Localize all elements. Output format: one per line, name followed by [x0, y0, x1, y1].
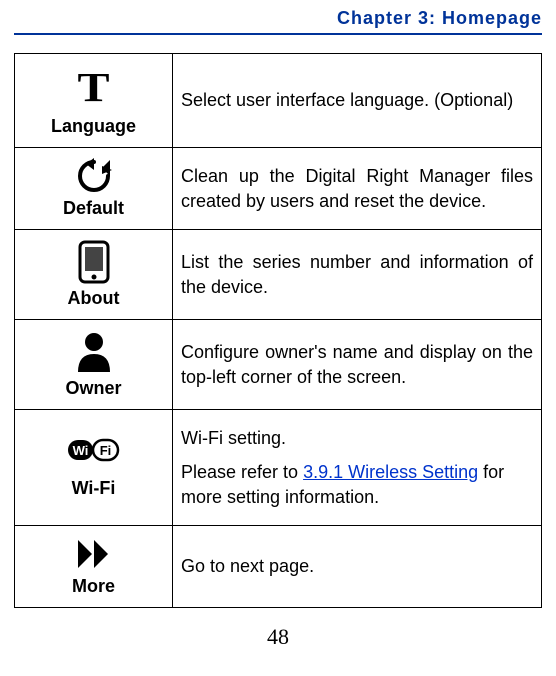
table-row: Default Clean up the Digital Right Manag…: [15, 148, 542, 230]
svg-text:Fi: Fi: [99, 443, 111, 458]
wifi-desc-line1: Wi-Fi setting.: [181, 426, 533, 450]
owner-icon: [74, 330, 114, 374]
language-desc: Select user interface language. (Optiona…: [173, 54, 542, 148]
wireless-setting-link[interactable]: 3.9.1 Wireless Setting: [303, 462, 478, 482]
page-number: 48: [14, 624, 542, 650]
about-icon: [76, 240, 112, 284]
about-label: About: [68, 288, 120, 309]
svg-text:Wi: Wi: [72, 443, 88, 458]
wifi-icon: Wi Fi: [66, 436, 122, 464]
table-row: Owner Configure owner's name and display…: [15, 320, 542, 410]
features-table: T Language Select user interface languag…: [14, 53, 542, 608]
language-label: Language: [51, 116, 136, 137]
default-icon: [72, 158, 116, 194]
table-row: T Language Select user interface languag…: [15, 54, 542, 148]
more-icon: [72, 536, 116, 572]
default-desc: Clean up the Digital Right Manager files…: [173, 148, 542, 230]
wifi-label: Wi-Fi: [72, 478, 116, 499]
more-desc: Go to next page.: [173, 526, 542, 608]
owner-label: Owner: [65, 378, 121, 399]
chapter-header: Chapter 3: Homepage: [14, 8, 542, 35]
table-row: More Go to next page.: [15, 526, 542, 608]
wifi-desc-line2: Please refer to 3.9.1 Wireless Setting f…: [181, 460, 533, 509]
language-icon: T: [77, 68, 109, 109]
wifi-desc: Wi-Fi setting. Please refer to 3.9.1 Wir…: [173, 410, 542, 526]
about-desc: List the series number and information o…: [173, 230, 542, 320]
default-label: Default: [63, 198, 124, 219]
more-label: More: [72, 576, 115, 597]
table-row: About List the series number and informa…: [15, 230, 542, 320]
table-row: Wi Fi Wi-Fi Wi-Fi setting. Please refer …: [15, 410, 542, 526]
owner-desc: Configure owner's name and display on th…: [173, 320, 542, 410]
